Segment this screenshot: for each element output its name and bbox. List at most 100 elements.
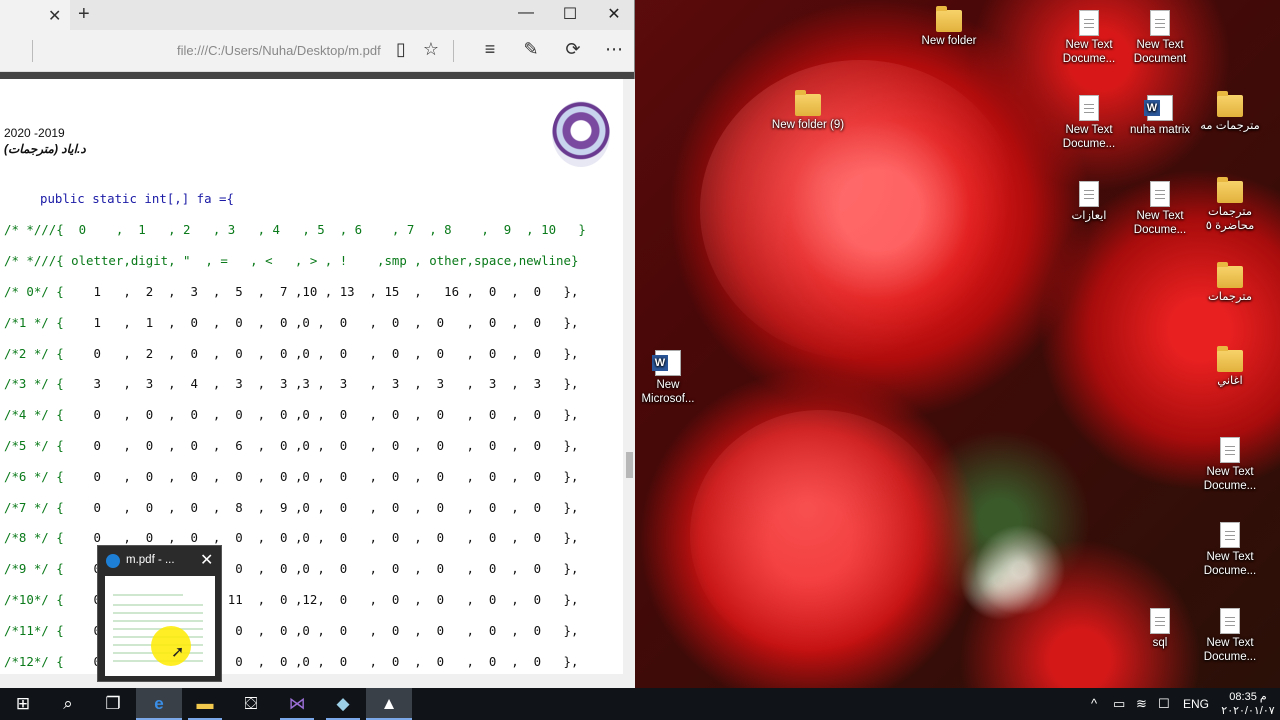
address-bar[interactable]: file:///C:/Users/Nuha/Desktop/m.pdf (177, 43, 381, 58)
desktop-icon-label: New Microsof... (641, 379, 695, 405)
edge-icon (106, 554, 120, 568)
desktop-icon-label: sql (1152, 637, 1168, 649)
scrollbar-thumb[interactable] (626, 452, 633, 478)
row-label: /*3 */ { (4, 376, 64, 392)
search-icon[interactable]: ⌕ (45, 688, 91, 720)
desktop-icon-folder-lecture-5[interactable]: مترجمات محاضرة ٥ (1192, 177, 1268, 233)
reading-view-icon[interactable]: ▯ (389, 39, 413, 60)
preview-line (113, 620, 203, 622)
close-icon[interactable]: ✕ (591, 4, 634, 24)
row-values: 1 , 2 , 3 , 5 , 7 ,10 , 13 , 15 , 16 , 0… (63, 284, 579, 299)
store-icon[interactable]: ⛋ (228, 688, 274, 720)
desktop-icon-text-3[interactable]: New Text Docume... (1051, 95, 1127, 151)
desktop-icon-new-folder-9[interactable]: New folder (9) (770, 90, 846, 132)
new-tab-icon[interactable]: + (78, 3, 90, 26)
nav-bar: ⟩ file:///C:/Users/Nuha/Desktop/m.pdf ▯ … (0, 30, 634, 72)
vertical-scrollbar[interactable] (623, 79, 635, 674)
desktop-icon-text-6[interactable]: New Text Docume... (1192, 522, 1268, 578)
white-flowers (960, 520, 1080, 620)
taskbar: ⊞ ⌕ ❐ e ▬ ⛋ ⋈ ◆ ▲ ^ ▭ ≋ ☐ ENG 08:35 م ٢٠… (0, 688, 1280, 720)
desktop-icon-text-4[interactable]: New Text Docume... (1122, 181, 1198, 237)
desktop-icon-new-folder[interactable]: New folder (911, 6, 987, 48)
text-document-icon (1079, 10, 1099, 36)
folder-icon (1217, 177, 1243, 203)
table-row: /*4 */ { 0 , 0 , 0 , 0 , 0 ,0 , 0 , 0 , … (4, 407, 578, 422)
thumbnail-close-icon[interactable]: ✕ (200, 550, 213, 570)
share-icon[interactable]: ⟳ (561, 39, 585, 60)
row-values: 0 , 2 , 0 , 0 , 0 ,0 , 0 , 0 , 0 , 0 , 0… (63, 345, 579, 361)
web-note-icon[interactable]: ✎ (519, 39, 543, 60)
table-row: /* 0*/ { 1 , 2 , 3 , 5 , 7 ,10 , 13 , 15… (4, 284, 578, 299)
row-label: /* 0*/ { (4, 284, 64, 299)
desktop-icon-new-microsoft[interactable]: New Microsof... (630, 350, 706, 406)
maximize-icon[interactable]: ☐ (547, 4, 593, 24)
desktop-icon-text-7[interactable]: New Text Docume... (1192, 608, 1268, 664)
show-hidden-icons[interactable]: ^ (1091, 688, 1097, 720)
edge-taskbar-icon[interactable]: e (136, 688, 182, 720)
text-document-icon (1150, 608, 1170, 634)
code-header-indices: /* *///{ 0 , 1 , 2 , 3 , 4 , 5 , 6 , 7 ,… (4, 222, 586, 237)
minimize-icon[interactable]: — (503, 4, 549, 22)
clock-date: ٢٠٢٠/٠١/٠٧ (1221, 705, 1275, 717)
table-row: /*10*/ { 0 , 0 , 0 , 11 , 0 ,12, 0 , 0 ,… (4, 592, 578, 607)
app-icon[interactable]: ◆ (320, 688, 366, 720)
nav-divider-2 (453, 40, 454, 62)
row-label: /*9 */ { (4, 561, 64, 577)
desktop-icon-label: New Text Docume... (1203, 551, 1257, 577)
text-document-icon (1079, 95, 1099, 121)
row-label: /*4 */ { (4, 407, 64, 423)
folder-icon (795, 90, 821, 116)
row-values: 0 , 0 , 0 , 6 , 0 ,0 , 0 , 0 , 0 , 0 , 0… (63, 438, 579, 453)
table-row: /*11*/ { 0 , 0 , 0 , 0 , 0 ,0 , 0 , 0 , … (4, 623, 578, 638)
favorite-star-icon[interactable]: ☆ (419, 39, 443, 60)
desktop-icon-label: New Text Docume... (1062, 39, 1116, 65)
tab-m-pdf[interactable]: ✕ (0, 0, 70, 30)
visual-studio-icon[interactable]: ⋈ (274, 688, 320, 720)
pdf-page: 2020 -2019 د.اياد (مترجمات) public stati… (0, 79, 623, 674)
desktop-icon-label: ايعازات (1071, 210, 1107, 222)
windows-start-icon[interactable]: ⊞ (0, 688, 46, 720)
action-center-icon[interactable]: ☐ (1158, 688, 1170, 720)
folder-icon (1217, 91, 1243, 117)
desktop-icon-aghani[interactable]: اغاني (1192, 346, 1268, 388)
preview-line (113, 612, 203, 614)
task-view-icon[interactable]: ❐ (90, 688, 136, 720)
mouse-cursor-icon: ➚ (171, 644, 185, 661)
thumbnail-page-preview[interactable]: ➚ (105, 576, 215, 676)
desktop-icon-text-1[interactable]: New Text Docume... (1051, 10, 1127, 66)
desktop-icon-text-5[interactable]: New Text Docume... (1192, 437, 1268, 493)
table-row: /*1 */ { 1 , 1 , 0 , 0 , 0 ,0 , 0 , 0 , … (4, 315, 578, 330)
language-indicator[interactable]: ENG (1183, 688, 1209, 720)
desktop-icon-iazat[interactable]: ايعازات (1051, 181, 1127, 223)
desktop-icon-label: مترجمات (1207, 291, 1253, 303)
preview-line (113, 594, 183, 596)
wifi-icon[interactable]: ≋ (1136, 688, 1147, 720)
desktop-icon-text-2[interactable]: New Text Document (1122, 10, 1198, 66)
folder-icon (1217, 262, 1243, 288)
battery-icon[interactable]: ▭ (1113, 688, 1125, 720)
table-row: /*5 */ { 0 , 0 , 0 , 6 , 0 ,0 , 0 , 0 , … (4, 438, 578, 453)
desktop-icon-label: New Text Docume... (1133, 210, 1187, 236)
horizontal-scrollbar[interactable] (0, 674, 635, 688)
table-row: /*9 */ { 0 , 0 , 0 , 0 , 0 ,0 , 0 , 0 , … (4, 561, 578, 576)
tab-bar: ✕ + — ☐ ✕ (0, 0, 634, 30)
desktop-icon-folder-mutarjamat[interactable]: مترجمات (1192, 262, 1268, 304)
code-declaration: public static int[,] fa ={ (40, 191, 234, 206)
thumbnail-title: m.pdf - ... (126, 554, 175, 566)
more-icon[interactable]: ⋯ (602, 39, 626, 60)
desktop-icon-label: اغاني (1217, 375, 1243, 387)
desktop-icon-label: New Text Document (1133, 39, 1187, 65)
desktop-icon-sql[interactable]: sql (1122, 608, 1198, 650)
photos-icon[interactable]: ▲ (366, 688, 412, 720)
row-label: /*8 */ { (4, 530, 64, 546)
hub-icon[interactable]: ≡ (478, 39, 502, 60)
row-values: 0 , 0 , 0 , 8 , 9 ,0 , 0 , 0 , 0 , 0 , 0… (63, 499, 579, 515)
clock[interactable]: 08:35 م ٢٠٢٠/٠١/٠٧ (1218, 688, 1278, 718)
tab-close-icon[interactable]: ✕ (48, 6, 61, 26)
file-explorer-icon[interactable]: ▬ (182, 688, 228, 720)
desktop-icon-nuha-matrix[interactable]: nuha matrix (1122, 95, 1198, 137)
table-row: /*3 */ { 3 , 3 , 4 , 3 , 3 ,3 , 3 , 3 , … (4, 376, 578, 391)
text-document-icon (1220, 608, 1240, 634)
desktop-icon-folder-mutarjamat-mh[interactable]: مترجمات مه (1192, 91, 1268, 133)
taskbar-thumbnail-preview[interactable]: m.pdf - ... ✕ ➚ (97, 545, 222, 682)
